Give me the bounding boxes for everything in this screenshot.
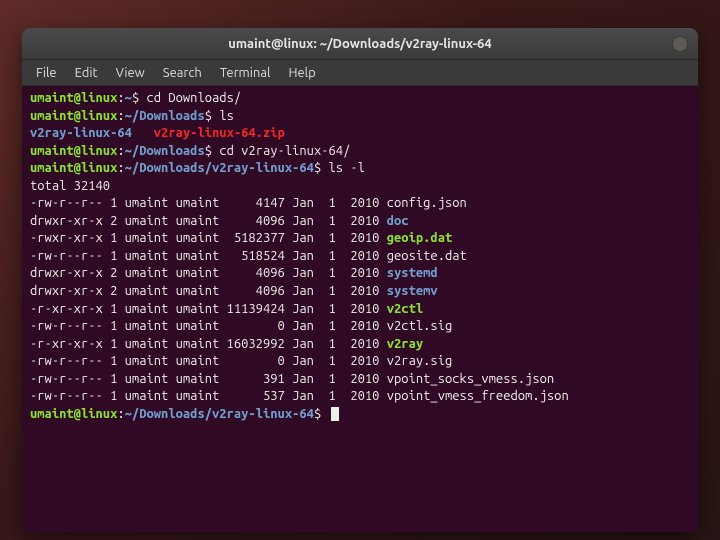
prompt-line: umaint@linux:~$ cd Downloads/ xyxy=(30,90,690,108)
listing-meta: -rw-r--r-- 1 umaint umaint 0 Jan 1 2010 xyxy=(30,319,387,333)
listing-filename: geosite.dat xyxy=(387,249,467,263)
listing-row: -r-xr-xr-x 1 umaint umaint 11139424 Jan … xyxy=(30,301,690,319)
listing-row: -rw-r--r-- 1 umaint umaint 4147 Jan 1 20… xyxy=(30,195,690,213)
menu-view[interactable]: View xyxy=(108,64,153,82)
prompt-path: ~/Downloads xyxy=(125,144,205,158)
listing-meta: drwxr-xr-x 2 umaint umaint 4096 Jan 1 20… xyxy=(30,214,387,228)
total-line: total 32140 xyxy=(30,178,690,196)
menu-edit[interactable]: Edit xyxy=(67,64,106,82)
cursor-icon xyxy=(331,407,339,421)
listing-row: drwxr-xr-x 2 umaint umaint 4096 Jan 1 20… xyxy=(30,265,690,283)
listing-meta: -rw-r--r-- 1 umaint umaint 0 Jan 1 2010 xyxy=(30,354,387,368)
listing-filename: vpoint_vmess_freedom.json xyxy=(387,389,569,403)
listing-filename: doc xyxy=(387,214,409,228)
prompt-line: umaint@linux:~/Downloads/v2ray-linux-64$ xyxy=(30,406,690,424)
command-text: ls -l xyxy=(329,161,365,175)
terminal-output[interactable]: umaint@linux:~$ cd Downloads/umaint@linu… xyxy=(22,86,698,532)
prompt-user: umaint@linux xyxy=(30,407,117,421)
listing-filename: geoip.dat xyxy=(387,231,453,245)
menu-terminal[interactable]: Terminal xyxy=(212,64,279,82)
prompt-path: ~/Downloads/v2ray-linux-64 xyxy=(125,161,314,175)
listing-meta: -r-xr-xr-x 1 umaint umaint 11139424 Jan … xyxy=(30,302,387,316)
file-archive: v2ray-linux-64.zip xyxy=(154,126,285,140)
ls-output: v2ray-linux-64 v2ray-linux-64.zip xyxy=(30,125,690,143)
menubar: File Edit View Search Terminal Help xyxy=(22,60,698,86)
listing-row: -rw-r--r-- 1 umaint umaint 518524 Jan 1 … xyxy=(30,248,690,266)
listing-filename: systemv xyxy=(387,284,438,298)
listing-row: -rw-r--r-- 1 umaint umaint 0 Jan 1 2010 … xyxy=(30,318,690,336)
close-icon[interactable] xyxy=(672,36,688,52)
listing-filename: v2ray.sig xyxy=(387,354,453,368)
listing-meta: -rw-r--r-- 1 umaint umaint 537 Jan 1 201… xyxy=(30,389,387,403)
menu-help[interactable]: Help xyxy=(280,64,323,82)
prompt-user: umaint@linux xyxy=(30,161,117,175)
prompt-line: umaint@linux:~/Downloads$ ls xyxy=(30,108,690,126)
listing-filename: systemd xyxy=(387,266,438,280)
prompt-path: ~ xyxy=(125,91,132,105)
listing-meta: drwxr-xr-x 2 umaint umaint 4096 Jan 1 20… xyxy=(30,266,387,280)
prompt-path: ~/Downloads/v2ray-linux-64 xyxy=(125,407,314,421)
listing-meta: -r-xr-xr-x 1 umaint umaint 16032992 Jan … xyxy=(30,337,387,351)
listing-row: drwxr-xr-x 2 umaint umaint 4096 Jan 1 20… xyxy=(30,213,690,231)
terminal-window: umaint@linux: ~/Downloads/v2ray-linux-64… xyxy=(22,28,698,532)
file-dir: v2ray-linux-64 xyxy=(30,126,132,140)
command-text: cd Downloads/ xyxy=(147,91,242,105)
listing-meta: -rw-r--r-- 1 umaint umaint 4147 Jan 1 20… xyxy=(30,196,387,210)
titlebar: umaint@linux: ~/Downloads/v2ray-linux-64 xyxy=(22,28,698,60)
prompt-line: umaint@linux:~/Downloads$ cd v2ray-linux… xyxy=(30,143,690,161)
listing-filename: config.json xyxy=(387,196,467,210)
prompt-line: umaint@linux:~/Downloads/v2ray-linux-64$… xyxy=(30,160,690,178)
listing-meta: -rwxr-xr-x 1 umaint umaint 5182377 Jan 1… xyxy=(30,231,387,245)
prompt-path: ~/Downloads xyxy=(125,109,205,123)
listing-row: -r-xr-xr-x 1 umaint umaint 16032992 Jan … xyxy=(30,336,690,354)
listing-row: -rw-r--r-- 1 umaint umaint 0 Jan 1 2010 … xyxy=(30,353,690,371)
menu-search[interactable]: Search xyxy=(155,64,210,82)
listing-meta: drwxr-xr-x 2 umaint umaint 4096 Jan 1 20… xyxy=(30,284,387,298)
prompt-sep: : xyxy=(117,91,124,105)
listing-filename: v2ctl xyxy=(387,302,423,316)
listing-meta: -rw-r--r-- 1 umaint umaint 518524 Jan 1 … xyxy=(30,249,387,263)
prompt-user: umaint@linux xyxy=(30,144,117,158)
listing-row: -rw-r--r-- 1 umaint umaint 391 Jan 1 201… xyxy=(30,371,690,389)
window-title: umaint@linux: ~/Downloads/v2ray-linux-64 xyxy=(228,37,491,51)
menu-file[interactable]: File xyxy=(28,64,65,82)
listing-filename: v2ray xyxy=(387,337,423,351)
prompt-user: umaint@linux xyxy=(30,109,117,123)
listing-filename: v2ctl.sig xyxy=(387,319,453,333)
listing-row: -rwxr-xr-x 1 umaint umaint 5182377 Jan 1… xyxy=(30,230,690,248)
listing-row: -rw-r--r-- 1 umaint umaint 537 Jan 1 201… xyxy=(30,388,690,406)
listing-row: drwxr-xr-x 2 umaint umaint 4096 Jan 1 20… xyxy=(30,283,690,301)
command-text: cd v2ray-linux-64/ xyxy=(219,144,350,158)
prompt-user: umaint@linux xyxy=(30,91,117,105)
command-text: ls xyxy=(219,109,234,123)
listing-meta: -rw-r--r-- 1 umaint umaint 391 Jan 1 201… xyxy=(30,372,387,386)
listing-filename: vpoint_socks_vmess.json xyxy=(387,372,554,386)
